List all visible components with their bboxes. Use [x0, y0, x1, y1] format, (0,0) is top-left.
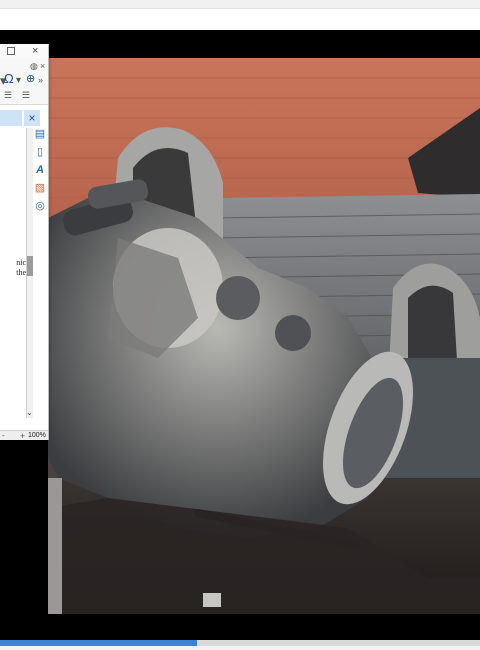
scrollbar-thumb[interactable] — [27, 256, 33, 276]
sidebar-close-button[interactable]: × — [40, 61, 45, 71]
close-window-button[interactable]: × — [32, 44, 38, 58]
maximize-icon[interactable] — [7, 47, 15, 55]
special-character-dropdown[interactable]: ▾ — [16, 74, 21, 88]
editor-statusbar: - + 100% — [0, 430, 48, 440]
video-scene — [48, 58, 480, 614]
close-panel-button[interactable]: × — [24, 110, 40, 126]
scroll-down-icon[interactable]: ⌄ — [26, 408, 33, 417]
editor-titlebar: × — [0, 44, 48, 58]
toolbar-overflow-button[interactable]: » — [38, 75, 43, 85]
styles-icon[interactable]: ▤ — [34, 128, 46, 140]
hyperlink-icon[interactable]: ⊕ — [26, 72, 35, 86]
video-player[interactable] — [0, 30, 480, 640]
document-text-line: the — [16, 268, 26, 277]
editor-window[interactable]: × ◍ × ▾ Ω ▾ ⊕ » ☰ ☰ × nic the ⌄ ▤ ▯ A ▧ … — [0, 44, 49, 440]
image-icon[interactable]: ▧ — [34, 182, 46, 194]
globe-icon[interactable]: ◍ — [30, 61, 38, 71]
window-top-strip — [0, 0, 480, 8]
editor-toolbar: ◍ × ▾ Ω ▾ ⊕ » ☰ ☰ — [0, 58, 48, 105]
zoom-in-button[interactable]: + — [20, 431, 25, 440]
video-frame[interactable] — [48, 58, 480, 614]
navigator-icon[interactable]: ◎ — [34, 200, 46, 212]
zoom-out-button[interactable]: - — [2, 431, 5, 440]
zoom-level[interactable]: 100% — [28, 431, 46, 440]
align-justify-icon[interactable]: ☰ — [22, 90, 30, 100]
document-text-line: nic — [16, 258, 26, 267]
top-divider — [0, 8, 480, 9]
document-page[interactable]: nic the — [0, 128, 26, 428]
align-left-icon[interactable]: ☰ — [4, 90, 12, 100]
sidebar-panel-header: × — [0, 110, 48, 126]
special-character-button[interactable]: Ω — [4, 72, 14, 86]
sidebar-panel-tab[interactable] — [0, 110, 22, 126]
footer-strip — [0, 646, 480, 650]
sidebar-deck: ▤ ▯ A ▧ ◎ — [32, 128, 48, 248]
page-icon[interactable]: ▯ — [34, 146, 46, 158]
font-icon[interactable]: A — [34, 164, 46, 176]
